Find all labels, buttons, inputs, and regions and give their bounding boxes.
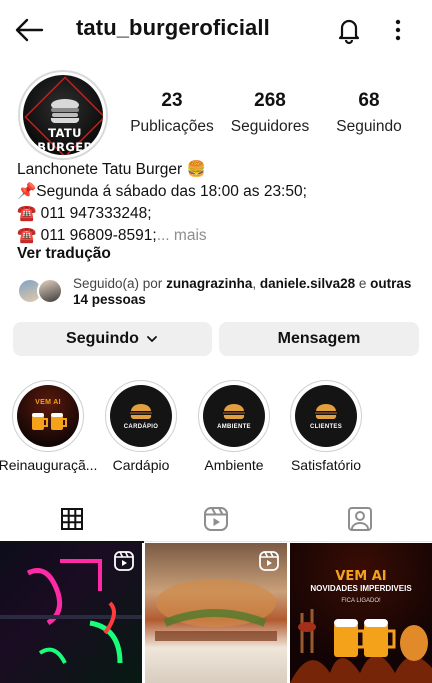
burger-icon	[130, 403, 152, 419]
post-tile-reel[interactable]	[145, 543, 287, 683]
followed-by-text: Seguido(a) por zunagrazinha, daniele.sil…	[73, 276, 412, 307]
more-options-icon[interactable]	[388, 16, 408, 44]
posts-grid: VEM AI NOVIDADES IMPERDIVEIS FICA LIGADO…	[0, 543, 432, 683]
highlight-cover: VEM AI	[17, 385, 79, 447]
stat-followers-value: 268	[254, 90, 286, 111]
highlight-cover: CLIENTES	[295, 385, 357, 447]
stat-followers-label: Seguidores	[230, 118, 310, 135]
stat-posts-value: 23	[161, 90, 183, 111]
profile-avatar[interactable]: TATU BURGER	[18, 70, 108, 160]
highlight-label: Satisfatório	[290, 457, 362, 473]
see-translation-link[interactable]: Ver tradução	[17, 245, 111, 263]
tab-tagged[interactable]	[288, 496, 432, 542]
bio-phone-2-row: ☎️ 011 96809-8591;... mais	[17, 225, 417, 247]
followed-user-link[interactable]: zunagrazinha	[166, 276, 252, 291]
profile-tabs	[0, 496, 432, 543]
stat-following-value: 68	[358, 90, 380, 111]
reel-badge-icon	[259, 551, 279, 571]
highlight-reinauguracao[interactable]: VEM AI Reinauguraçã...	[0, 380, 97, 473]
profile-username: tatu_burgeroficiall	[76, 15, 270, 40]
chevron-down-icon	[147, 336, 157, 342]
highlight-cover-text: AMBIENTE	[217, 423, 251, 430]
stat-following-label: Seguindo	[336, 118, 402, 135]
reel-badge-icon	[114, 551, 134, 571]
tab-posts-grid[interactable]	[0, 496, 144, 543]
burger-icon	[223, 403, 245, 419]
top-bar: tatu_burgeroficiall	[0, 0, 432, 60]
beer-mugs-image	[290, 609, 432, 683]
highlight-cover: AMBIENTE	[203, 385, 265, 447]
stat-followers[interactable]: 268 Seguidores	[228, 90, 312, 136]
grid-icon	[61, 508, 83, 530]
reels-icon	[204, 507, 228, 531]
highlight-ambiente[interactable]: AMBIENTE Ambiente	[198, 380, 270, 473]
bio-phone-2: ☎️ 011 96809-8591;	[17, 227, 157, 244]
bio-more-link[interactable]: ... mais	[157, 227, 207, 244]
profile-bio: Lanchonete Tatu Burger 🍔 📌Segunda á sába…	[17, 159, 417, 247]
tagged-person-icon	[348, 507, 372, 531]
highlight-cover-text: CARDÁPIO	[123, 423, 159, 430]
stat-posts-label: Publicações	[130, 118, 214, 135]
bio-hours: 📌Segunda á sábado das 18:00 as 23:50;	[17, 183, 307, 200]
stat-following[interactable]: 68 Seguindo	[333, 90, 405, 136]
followed-user-link[interactable]: daniele.silva28	[260, 276, 355, 291]
tab-reels[interactable]	[144, 496, 288, 542]
post-tile-reel[interactable]	[0, 543, 142, 683]
highlight-cover-text: VEM AI	[35, 399, 61, 406]
following-button[interactable]: Seguindo	[13, 322, 212, 356]
stat-posts[interactable]: 23 Publicações	[129, 90, 215, 136]
highlight-cardapio[interactable]: CARDÁPIO Cardápio	[105, 380, 177, 473]
message-button[interactable]: Mensagem	[219, 322, 419, 356]
logo-text: TATU BURGER	[37, 126, 93, 154]
back-arrow-icon[interactable]	[14, 16, 44, 44]
burger-icon	[315, 403, 337, 419]
follower-avatar	[37, 278, 63, 304]
highlight-cover-text: CLIENTES	[309, 423, 343, 430]
tatu-burger-logo: TATU BURGER	[23, 75, 103, 155]
followed-by[interactable]: Seguido(a) por zunagrazinha, daniele.sil…	[17, 276, 417, 312]
highlight-cover: CARDÁPIO	[110, 385, 172, 447]
bell-icon[interactable]	[334, 15, 364, 45]
beer-mugs-icon	[32, 413, 67, 430]
following-button-label: Seguindo	[66, 330, 139, 347]
bio-name: Lanchonete Tatu Burger 🍔	[17, 161, 206, 178]
bio-phone-1: ☎️ 011 947333248;	[17, 205, 152, 222]
highlight-satisfatorio[interactable]: CLIENTES Satisfatório	[290, 380, 362, 473]
post-tile-image[interactable]: VEM AI NOVIDADES IMPERDIVEIS FICA LIGADO…	[290, 543, 432, 683]
